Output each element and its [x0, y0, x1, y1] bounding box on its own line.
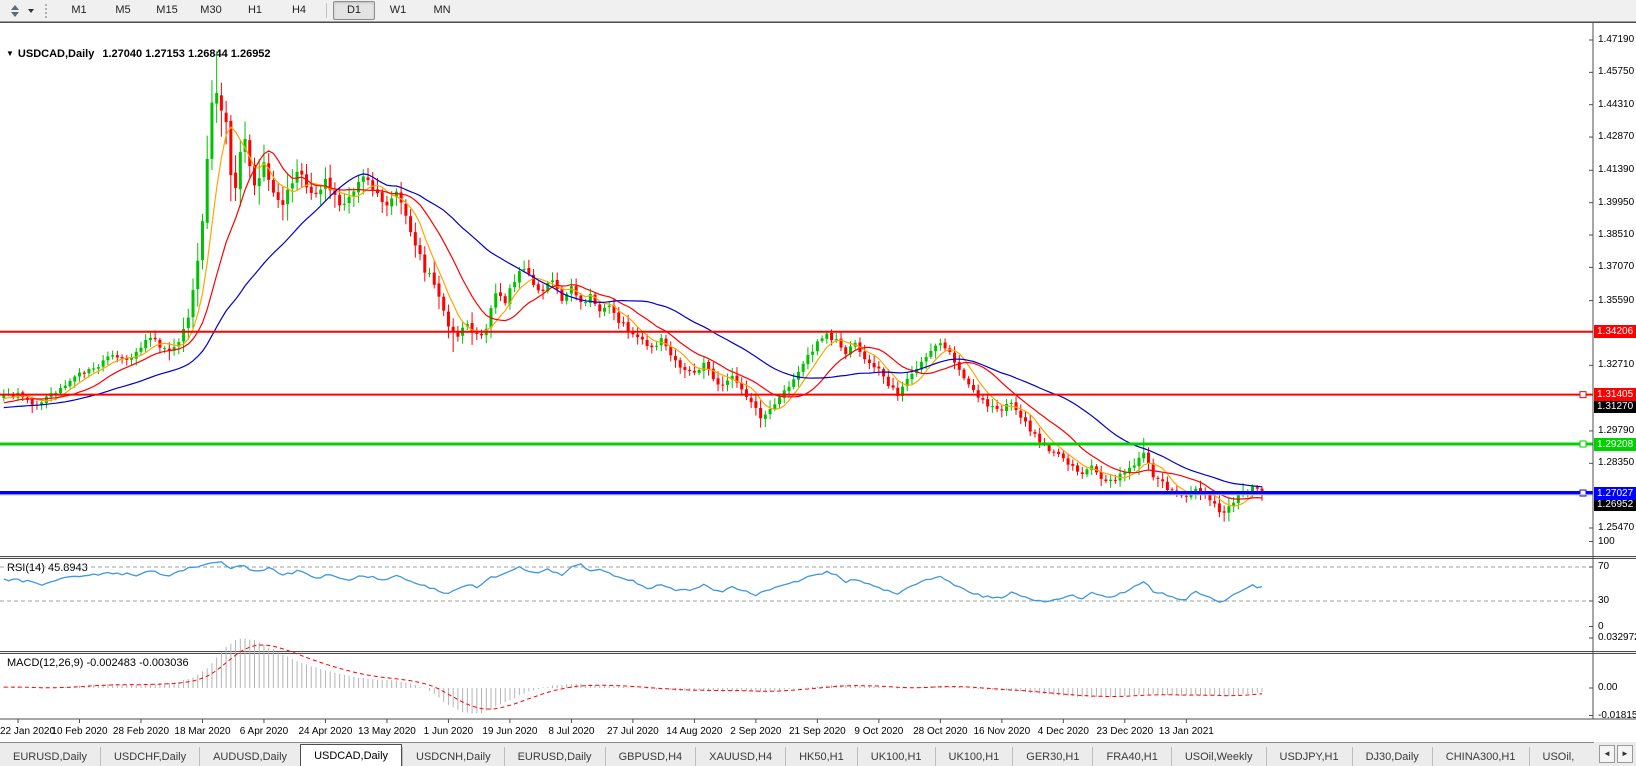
rsi-axis-label: 0	[1598, 620, 1604, 632]
chart-tab-gbpusd-h4[interactable]: GBPUSD,H4	[604, 747, 696, 766]
timeframe-button-m1[interactable]: M1	[58, 1, 100, 20]
chart-tab-ger30-h1[interactable]: GER30,H1	[1012, 747, 1093, 766]
chart-tab-usoil-weekly[interactable]: USOil,Weekly	[1170, 747, 1266, 766]
chart-tab-fra40-h1[interactable]: FRA40,H1	[1092, 747, 1171, 766]
hline-price-label: 1.34206	[1594, 325, 1636, 339]
date-axis-label: 6 Apr 2020	[239, 726, 289, 737]
chart-tab-usdcad-daily[interactable]: USDCAD,Daily	[300, 744, 403, 766]
chart-tab-china300-h1[interactable]: CHINA300,H1	[1431, 747, 1529, 766]
rsi-axis-label: 30	[1598, 595, 1610, 606]
chart-tab-usdjpy-h1[interactable]: USDJPY,H1	[1265, 747, 1352, 766]
chart-tab-uk100-h1[interactable]: UK100,H1	[856, 747, 935, 766]
date-axis-label: 8 Jul 2020	[548, 726, 595, 737]
mt4-window: M1 M5 M15 M30 H1 H4 D1 W1 MN ▼ USDCAD,Daily 1.2704…	[0, 0, 1636, 766]
date-axis-label: 16 Nov 2020	[973, 726, 1031, 737]
timeframe-button-h4[interactable]: H4	[278, 1, 320, 20]
timeframe-button-h1[interactable]: H1	[234, 1, 276, 20]
price-tick-label: 1.41390	[1598, 164, 1635, 176]
date-axis-label: 19 Jun 2020	[482, 726, 538, 737]
tab-scroll-buttons: ◄ ►	[1594, 742, 1636, 766]
price-tick-label: 1.42870	[1598, 131, 1635, 143]
chart-tab-eurusd-daily[interactable]: EURUSD,Daily	[0, 747, 100, 766]
macd-axis-label: 0.00	[1598, 682, 1618, 693]
cursor-arrows-icon	[9, 4, 20, 17]
date-axis-label: 28 Oct 2020	[913, 726, 968, 737]
timeframe-button-m5[interactable]: M5	[102, 1, 144, 20]
price-tick-label: 1.37070	[1598, 261, 1635, 273]
date-axis-label: 9 Oct 2020	[854, 726, 904, 737]
hline-price-label: 1.29208	[1594, 437, 1636, 451]
cursor-tool-icon[interactable]	[3, 2, 25, 19]
date-axis-label: 1 Jun 2020	[423, 726, 474, 737]
timeframe-button-m15[interactable]: M15	[146, 1, 188, 20]
date-axis-label: 27 Jul 2020	[607, 726, 659, 737]
rsi-axis-label: 70	[1598, 561, 1610, 572]
date-axis-label: 18 Mar 2020	[174, 726, 231, 737]
timeframe-button-mn[interactable]: MN	[421, 1, 463, 20]
date-axis-label: 13 May 2020	[358, 726, 416, 737]
chart-tab-uk100-h1[interactable]: UK100,H1	[934, 747, 1013, 766]
price-tick-label: 1.39950	[1598, 196, 1635, 208]
chart-tab-xauusd-h4[interactable]: XAUUSD,H4	[695, 747, 786, 766]
timeframe-button-d1[interactable]: D1	[333, 1, 375, 20]
toolbar: M1 M5 M15 M30 H1 H4 D1 W1 MN	[0, 0, 1636, 22]
price-tick-label: 1.28350	[1598, 457, 1635, 469]
date-axis-label: 23 Dec 2020	[1096, 726, 1154, 737]
price-tick-label: 1.25470	[1598, 522, 1635, 533]
timeframe-button-m30[interactable]: M30	[190, 1, 232, 20]
price-chart-canvas[interactable]	[0, 0, 1636, 766]
toolbar-separator	[326, 3, 327, 18]
date-axis-label: 10 Feb 2020	[51, 726, 108, 737]
chart-tab-usdchf-daily[interactable]: USDCHF,Daily	[99, 747, 200, 766]
date-axis-label: 28 Feb 2020	[112, 726, 170, 737]
price-tick-label: 1.38510	[1598, 229, 1635, 241]
tab-scroll-right-icon[interactable]: ►	[1617, 745, 1633, 763]
hline-price-label: 1.27027	[1594, 486, 1636, 500]
price-tick-label: 1.29790	[1598, 424, 1635, 436]
date-axis-label: 24 Apr 2020	[298, 726, 353, 737]
date-axis-label: 21 Sep 2020	[789, 726, 846, 737]
chart-tab-usdcnh-daily[interactable]: USDCNH,Daily	[402, 747, 504, 766]
price-tick-label: 1.44310	[1598, 98, 1635, 110]
chart-tab-audusd-daily[interactable]: AUDUSD,Daily	[199, 747, 301, 766]
cursor-dropdown-caret-icon[interactable]	[25, 2, 37, 19]
tab-scroll-left-icon[interactable]: ◄	[1599, 745, 1615, 763]
date-axis-label: 2 Sep 2020	[730, 726, 782, 737]
toolbar-grip-handle[interactable]	[45, 3, 51, 18]
price-tick-label: 1.45750	[1598, 66, 1635, 78]
price-tick-label: 1.35590	[1598, 294, 1635, 306]
hline-price-label: 1.31405	[1594, 388, 1636, 402]
macd-axis-label: -0.018154	[1598, 709, 1636, 721]
chart-tab-eurusd-daily[interactable]: EURUSD,Daily	[503, 747, 605, 766]
price-tick-label: 1.47190	[1598, 34, 1635, 45]
price-tick-label: 1.32710	[1598, 359, 1635, 371]
date-axis-label: 14 Aug 2020	[666, 726, 723, 737]
chart-tab-bar: EURUSD,Daily USDCHF,Daily AUDUSD,Daily USDC…	[0, 742, 1636, 766]
chart-tab-hk50-h1[interactable]: HK50,H1	[785, 747, 857, 766]
timeframe-button-group: M1 M5 M15 M30 H1 H4 D1 W1 MN	[57, 1, 464, 20]
chart-tab-dj30-daily[interactable]: DJ30,Daily	[1351, 747, 1432, 766]
date-axis-label: 22 Jan 2020	[0, 726, 56, 737]
date-axis-label: 13 Jan 2021	[1158, 726, 1214, 737]
rsi-axis-label: 100	[1598, 535, 1615, 547]
timeframe-button-w1[interactable]: W1	[377, 1, 419, 20]
date-axis-label: 4 Dec 2020	[1037, 726, 1089, 737]
macd-axis-label: 0.032972	[1598, 632, 1636, 643]
chart-tab-usoil-[interactable]: USOil,	[1528, 747, 1588, 766]
